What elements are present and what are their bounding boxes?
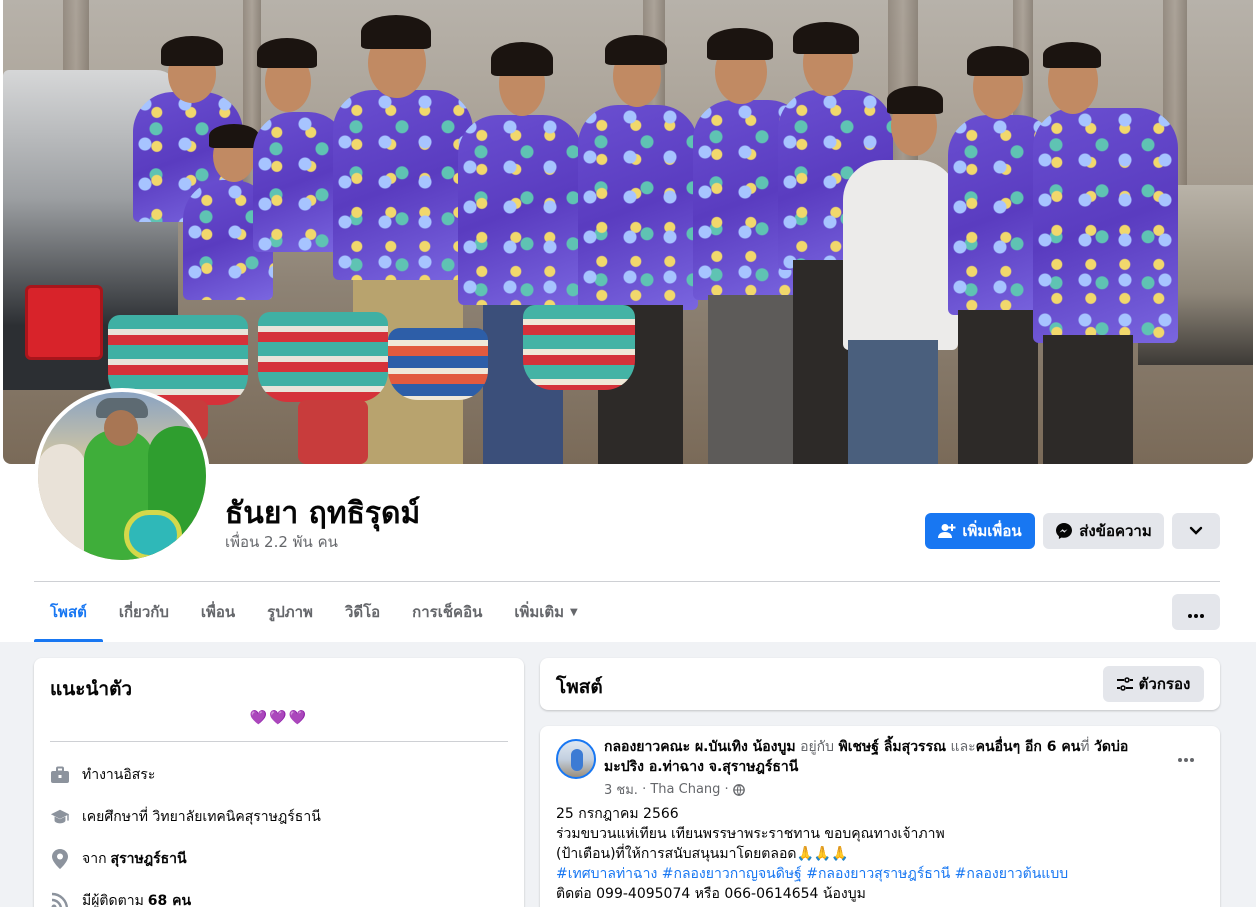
ellipsis-icon — [1188, 603, 1204, 622]
post-line: 25 กรกฎาคม 2566 — [556, 806, 679, 822]
post-author-avatar[interactable] — [556, 739, 596, 779]
profile-avatar[interactable] — [34, 388, 210, 564]
tab-checkins[interactable]: การเช็คอิน — [396, 582, 498, 642]
friends-count[interactable]: เพื่อน 2.2 พัน คน — [225, 530, 338, 554]
intro-bio: 💜💜💜 — [249, 710, 309, 726]
intro-card: แนะนำตัว 💜💜💜 ทำงานอิสระ เคยศึกษาที่ วิทย… — [34, 658, 524, 907]
more-options-button[interactable] — [1172, 513, 1220, 549]
filter-icon — [1116, 677, 1133, 691]
tabs-more-button[interactable] — [1172, 594, 1220, 630]
chevron-down-icon — [1189, 522, 1203, 540]
tagged-person-link[interactable]: พิเชษฐ์ ลิ้มสุวรรณ — [839, 739, 947, 755]
add-friend-label: เพิ่มเพื่อน — [962, 522, 1022, 540]
graduation-cap-icon — [50, 807, 70, 827]
tab-more[interactable]: เพิ่มเติม ▼ — [498, 582, 593, 642]
add-friend-button[interactable]: เพิ่มเพื่อน — [925, 513, 1035, 549]
intro-hometown: จาก สุราษฎร์ธานี — [50, 848, 187, 870]
add-friend-icon — [938, 523, 956, 539]
post-line: ร่วมขบวนแห่เทียน เทียนพรรษาพระราชทาน ขอบ… — [556, 826, 945, 842]
others-link[interactable]: คนอื่นๆ อีก 6 คน — [976, 739, 1081, 755]
filter-label: ตัวกรอง — [1138, 675, 1191, 693]
post-place[interactable]: Tha Chang — [650, 782, 720, 797]
tab-videos[interactable]: วิดีโอ — [329, 582, 396, 642]
messenger-icon — [1055, 522, 1073, 540]
profile-tabs: โพสต์ เกี่ยวกับ เพื่อน รูปภาพ วิดีโอ การ… — [34, 582, 594, 642]
tab-about[interactable]: เกี่ยวกับ — [103, 582, 185, 642]
filter-button[interactable]: ตัวกรอง — [1103, 666, 1204, 702]
post-options-button[interactable] — [1168, 744, 1204, 768]
intro-followers: มีผู้ติดตาม 68 คน — [50, 890, 191, 907]
globe-icon — [732, 783, 745, 796]
briefcase-icon — [50, 765, 70, 785]
post-meta: 3 ชม. · Tha Chang · — [604, 779, 745, 800]
intro-education: เคยศึกษาที่ วิทยาลัยเทคนิคสุราษฎร์ธานี — [50, 806, 321, 828]
intro-work: ทำงานอิสระ — [50, 764, 155, 786]
ellipsis-icon — [1178, 747, 1194, 766]
tab-photos[interactable]: รูปภาพ — [251, 582, 329, 642]
tab-posts[interactable]: โพสต์ — [34, 582, 103, 642]
post-header: กลองยาวคณะ ผ.บันเทิง น้องบูม อยู่กับ พิเ… — [604, 739, 1129, 775]
posts-header-card: โพสต์ ตัวกรอง — [540, 658, 1220, 710]
post-time[interactable]: 3 ชม. — [604, 779, 638, 800]
post-author-link[interactable]: กลองยาวคณะ ผ.บันเทิง น้องบูม — [604, 739, 796, 755]
intro-divider — [50, 741, 508, 742]
location-pin-icon — [50, 849, 70, 869]
post-body: 25 กรกฎาคม 2566 ร่วมขบวนแห่เทียน เทียนพร… — [556, 804, 1196, 904]
tab-friends[interactable]: เพื่อน — [185, 582, 251, 642]
message-label: ส่งข้อความ — [1079, 522, 1152, 540]
rss-feed-icon — [50, 891, 70, 907]
message-button[interactable]: ส่งข้อความ — [1043, 513, 1164, 549]
post-hashtags[interactable]: #เทศบาลท่าฉาง #กลองยาวกาญจนดิษฐ์ #กลองยา… — [556, 864, 1196, 884]
posts-title: โพสต์ — [556, 676, 603, 698]
caret-down-icon: ▼ — [570, 606, 578, 618]
intro-title: แนะนำตัว — [50, 678, 133, 700]
cover-photo[interactable] — [3, 0, 1253, 464]
post-contact: ติดต่อ 099-4095074 หรือ 066-0614654 น้อง… — [556, 886, 866, 902]
post-card: กลองยาวคณะ ผ.บันเทิง น้องบูม อยู่กับ พิเ… — [540, 726, 1220, 907]
post-line: (ป้าเตือน)ที่ให้การสนับสนุนมาโดยตลอด🙏🙏🙏 — [556, 846, 849, 862]
